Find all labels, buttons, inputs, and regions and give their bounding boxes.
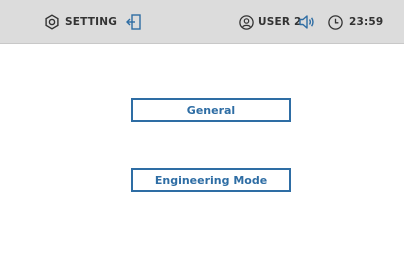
speaker-icon[interactable] bbox=[298, 14, 316, 30]
clock-icon bbox=[328, 14, 343, 30]
clock-time: 23:59 bbox=[349, 16, 384, 28]
user-section[interactable]: USER 2 bbox=[239, 0, 302, 44]
clock-section: 23:59 bbox=[328, 0, 383, 44]
setting-label: SETTING bbox=[65, 16, 118, 28]
general-button[interactable]: General bbox=[131, 98, 291, 122]
exit-icon[interactable] bbox=[125, 13, 143, 31]
top-status-bar: SETTING USER 2 23:59 bbox=[0, 0, 404, 44]
sound-section[interactable] bbox=[298, 0, 316, 44]
gear-icon bbox=[44, 14, 60, 30]
user-icon bbox=[239, 14, 254, 30]
engineering-mode-button[interactable]: Engineering Mode bbox=[131, 168, 291, 192]
user-label: USER 2 bbox=[258, 16, 302, 28]
settings-menu: General Engineering Mode bbox=[0, 44, 404, 254]
setting-section: SETTING bbox=[44, 0, 143, 44]
